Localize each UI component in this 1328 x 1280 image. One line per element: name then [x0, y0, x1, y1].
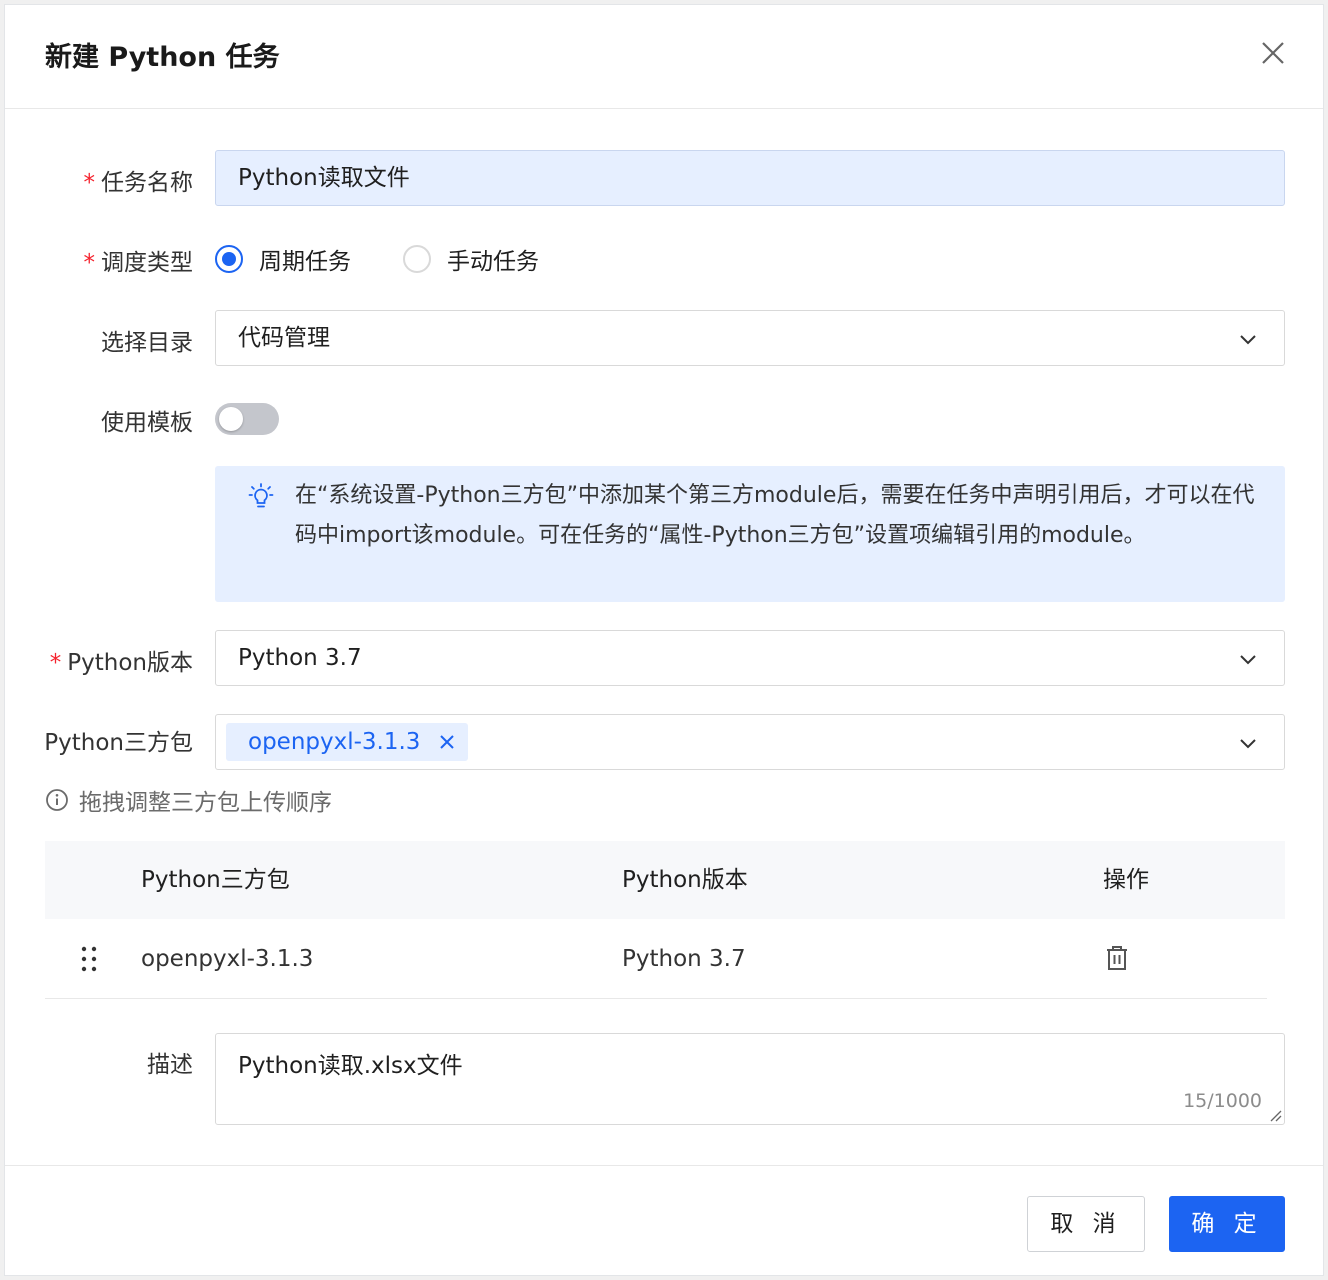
- table-row: openpyxl-3.1.3 Python 3.7: [45, 919, 1267, 999]
- task-name-input[interactable]: Python读取文件: [215, 150, 1285, 206]
- close-icon[interactable]: [1259, 39, 1287, 67]
- cell-version: Python 3.7: [622, 946, 746, 972]
- radio-manual-task[interactable]: 手动任务: [403, 245, 539, 275]
- required-mark: *: [49, 650, 62, 676]
- radio-periodic-task[interactable]: 周期任务: [215, 245, 351, 275]
- description-label: 描述: [147, 1052, 193, 1078]
- chevron-down-icon: [1240, 739, 1256, 749]
- directory-label: 选择目录: [101, 330, 193, 356]
- use-template-label: 使用模板: [101, 410, 193, 436]
- radio-checked-icon: [215, 245, 243, 273]
- packages-table-header: Python三方包 Python版本 操作: [45, 841, 1285, 919]
- notice-text: 在“系统设置-Python三方包”中添加某个第三方module后，需要在任务中声…: [295, 483, 1255, 548]
- dialog-title: 新建 Python 任务: [45, 42, 280, 73]
- switch-knob: [219, 407, 243, 431]
- drag-hint: 拖拽调整三方包上传顺序: [45, 783, 332, 817]
- lightbulb-icon: [248, 483, 274, 508]
- confirm-button[interactable]: 确 定: [1169, 1196, 1285, 1252]
- column-header-actions: 操作: [1103, 867, 1149, 893]
- schedule-type-label: * 调度类型: [83, 250, 194, 276]
- radio-unchecked-icon: [403, 245, 431, 273]
- tag-close-icon[interactable]: [438, 733, 456, 751]
- required-mark: *: [83, 170, 96, 196]
- python-packages-label: Python三方包: [44, 730, 193, 756]
- python-version-select[interactable]: Python 3.7: [215, 630, 1285, 686]
- resize-grip-icon[interactable]: [1268, 1108, 1282, 1122]
- required-mark: *: [83, 250, 96, 276]
- package-tag: openpyxl-3.1.3: [226, 723, 469, 761]
- task-name-label: * 任务名称: [83, 170, 194, 196]
- python-version-label: * Python版本: [49, 650, 193, 676]
- column-header-version: Python版本: [622, 867, 748, 893]
- chevron-down-icon: [1240, 335, 1256, 345]
- python-packages-select[interactable]: openpyxl-3.1.3: [215, 714, 1285, 770]
- info-notice: 在“系统设置-Python三方包”中添加某个第三方module后，需要在任务中声…: [215, 466, 1285, 602]
- drag-handle-icon[interactable]: [79, 945, 99, 973]
- column-header-package: Python三方包: [141, 867, 290, 893]
- chevron-down-icon: [1240, 655, 1256, 665]
- char-count: 15/1000: [1183, 1090, 1262, 1112]
- description-textarea[interactable]: Python读取.xlsx文件 15/1000: [215, 1033, 1285, 1125]
- delete-icon[interactable]: [1105, 945, 1129, 971]
- directory-select[interactable]: 代码管理: [215, 310, 1285, 366]
- new-python-task-dialog: 新建 Python 任务 * 任务名称 Python读取文件 * 调度类型 周期任务…: [4, 4, 1324, 1276]
- dialog-header: 新建 Python 任务: [5, 5, 1323, 109]
- cancel-button[interactable]: 取 消: [1027, 1196, 1145, 1252]
- dialog-footer: 取 消 确 定: [5, 1165, 1323, 1277]
- info-circle-icon: [46, 789, 68, 811]
- use-template-switch[interactable]: [215, 403, 279, 435]
- cell-package: openpyxl-3.1.3: [141, 946, 314, 972]
